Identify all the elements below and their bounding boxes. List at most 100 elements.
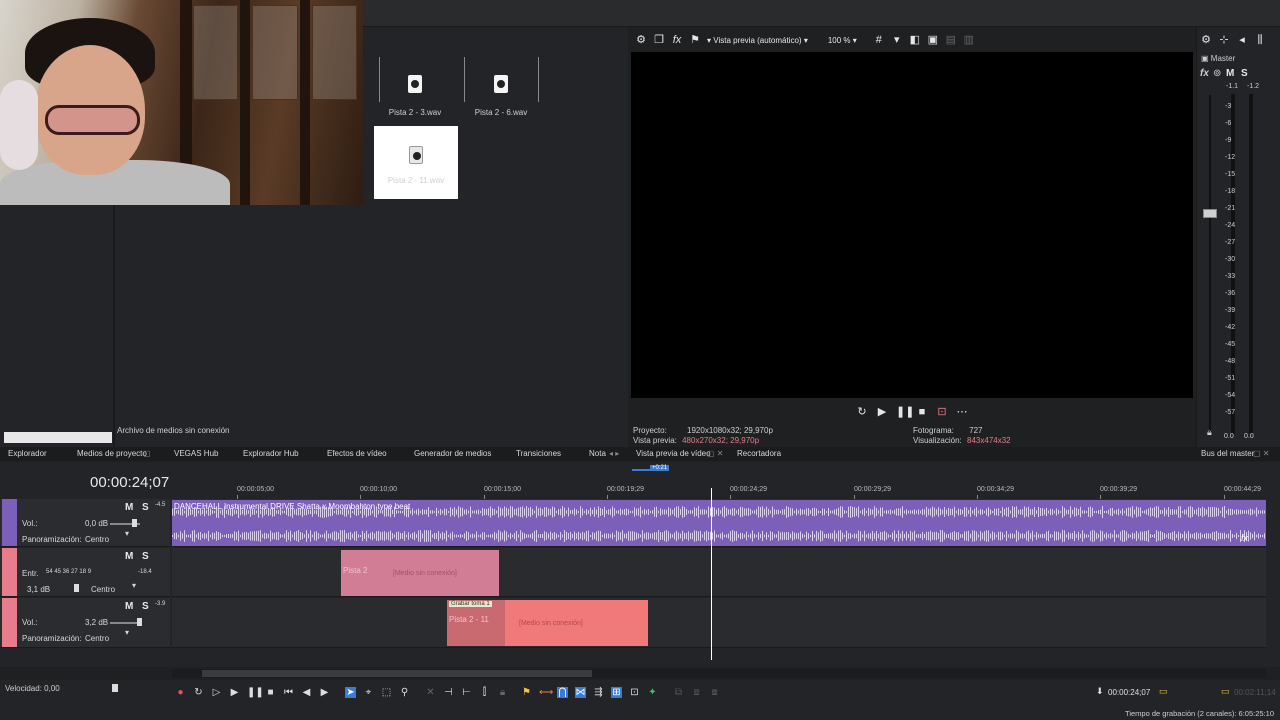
explorer-scrollbar[interactable] [4,432,112,443]
timeline-timecode[interactable]: 00:00:24;07 [90,474,169,491]
tab-notas[interactable]: Nota [589,449,606,458]
audio-event-offline[interactable]: [Medio sin conexión] [505,600,648,646]
zoom-select[interactable]: 100 % ▾ [828,36,857,45]
volume-knob[interactable] [137,618,142,626]
fx-icon[interactable]: fx [671,34,683,46]
save-snapshot-icon[interactable]: ▣ [927,34,939,46]
audio-event-take[interactable]: Grabar toma 1 Pista 2 - 11 [447,600,505,646]
speaker-icon[interactable]: ◂ [1236,34,1248,46]
play-icon[interactable]: ▶ [229,687,240,698]
playhead-cursor[interactable] [711,488,712,660]
tab-scroll-arrows-icon[interactable]: ◂ ▸ [609,449,619,458]
event-grouping-icon[interactable]: ⊞ [611,686,622,698]
lock-envelopes-icon[interactable]: ⊡ [629,687,640,698]
track-header-3[interactable]: M S -3.9 Vol.: 3,2 dB Panoramización: Ce… [0,598,170,648]
grid-icon[interactable]: # [873,34,885,46]
next-frame-icon[interactable]: ▶ [319,687,330,698]
mute-button[interactable]: M [125,551,133,562]
gear-icon[interactable]: ⚙ [635,34,647,46]
downmix-icon[interactable]: ⫼ [1254,34,1266,46]
clear-group-icon[interactable]: ⧇ [709,687,720,698]
record-icon[interactable]: ⊡ [936,406,948,418]
scroll-thumb[interactable] [202,670,592,677]
chevron-down-icon[interactable]: ▾ [125,628,129,637]
media-item[interactable]: Pista 2 - 6.wav [460,65,542,137]
tab-generador-medios[interactable]: Generador de medios [414,449,491,458]
loop-region-icon[interactable]: ▭ [1159,686,1168,697]
timeline-ruler[interactable]: 00:00:05;00 00:00:10;00 00:00:15;00 00:00:1… [172,486,1266,499]
ripple-icon[interactable]: ⇶ [593,687,604,698]
selection-tool-icon[interactable]: ⬚ [381,687,392,698]
chevron-down-icon[interactable]: ▾ [125,529,129,538]
volume-knob[interactable] [74,584,79,592]
copy-snapshot-icon[interactable]: ▤ [945,34,957,46]
tab-explorador-hub[interactable]: Explorador Hub [243,449,299,458]
timeline-scrollbar[interactable] [172,669,1266,678]
prev-frame-icon[interactable]: ◀ [301,687,312,698]
play-from-start-icon[interactable]: ▷ [211,687,222,698]
stop-icon[interactable]: ■ [265,687,276,698]
fx-icon[interactable]: fx [1241,533,1248,543]
tab-medios-proyecto[interactable]: Medios de proyecto [77,449,147,458]
split-icon[interactable]: ⫿ [479,687,490,698]
copy-icon[interactable]: ❐ [653,34,665,46]
selection-length[interactable]: 00:02:11;14 [1234,688,1276,697]
envelope-tool-icon[interactable]: ⌖ [363,687,374,698]
mute-button[interactable]: M [125,601,133,612]
pause-icon[interactable]: ❚❚ [896,406,914,418]
cursor-time[interactable]: 00:00:24;07 [1108,688,1150,697]
tab-efectos-video[interactable]: Efectos de vídeo [327,449,387,458]
snapping-icon[interactable]: ⋂ [557,686,568,698]
track-header-2[interactable]: M S Entr. 54 45 36 27 18 9 -18.4 3,1 dB … [0,548,170,597]
mute-button[interactable]: M [1226,68,1234,79]
go-start-icon[interactable]: ⏮︎ [283,687,294,698]
group-icon[interactable]: ⧉ [673,687,684,698]
selection-region-icon[interactable]: ▭ [1221,686,1230,697]
fx-icon[interactable]: fx [1200,68,1209,79]
loop-icon[interactable]: ↻ [193,687,204,698]
zoom-tool-icon[interactable]: ⚲ [399,687,410,698]
solo-button[interactable]: S [142,502,149,513]
volume-knob[interactable] [132,519,137,527]
audio-event-pista2[interactable]: Pista 2 [Medio sin conexión] [341,550,499,596]
tab-bus-master[interactable]: Bus del master [1201,449,1254,458]
solo-button[interactable]: S [1241,68,1248,79]
track-lane-3[interactable]: Grabar toma 1 Pista 2 - 11 [Medio sin co… [172,598,1266,648]
chevron-down-icon[interactable]: ▾ [132,581,136,590]
mute-button[interactable]: M [125,502,133,513]
speed-slider[interactable] [112,684,118,692]
lock-icon[interactable]: 🔒︎ [497,687,508,698]
track-header-1[interactable]: M S -4.5 Vol.: 0,0 dB Panoramización: Ce… [0,499,170,547]
pause-icon[interactable]: ❚❚ [247,687,264,698]
tab-close-icon[interactable]: ▢ [143,449,151,458]
flag-icon[interactable]: ⚑ [689,34,701,46]
tab-float-icon[interactable]: ▢ ✕ [707,449,723,458]
lock-icon[interactable]: 🔒︎ [1207,427,1212,438]
chevron-down-icon[interactable]: ▾ [891,34,903,46]
mixer-icon[interactable]: ⊹ [1218,34,1230,46]
marker-icon[interactable]: ⚑ [521,687,532,698]
loop-icon[interactable]: ↻ [856,406,868,418]
volume-slider[interactable] [110,622,140,624]
overlay-icon[interactable]: ▥ [963,34,975,46]
trim-end-icon[interactable]: ⊢ [461,687,472,698]
ungroup-icon[interactable]: ⧈ [691,687,702,698]
tab-explorador[interactable]: Explorador [8,449,47,458]
normal-edit-tool-icon[interactable]: ➤ [345,686,356,698]
play-icon[interactable]: ▶ [876,406,888,418]
solo-button[interactable]: S [142,601,149,612]
tab-transiciones[interactable]: Transiciones [516,449,561,458]
more-icon[interactable]: ⋯ [956,406,968,418]
trim-start-icon[interactable]: ⊣ [443,687,454,698]
preview-mode-select[interactable]: ▾ Vista previa (automático) ▾ [707,36,808,45]
track-lane-1[interactable]: DANCEHALL Instrumental DRIVE Shatta x Mo… [172,499,1266,547]
audio-event-main[interactable]: DANCEHALL Instrumental DRIVE Shatta x Mo… [172,500,1266,546]
stop-icon[interactable]: ■ [916,406,928,418]
master-fader[interactable] [1203,209,1217,218]
tab-vista-previa[interactable]: Vista previa de vídeo [636,449,711,458]
automation-icon[interactable]: ⊚ [1213,68,1221,79]
solo-button[interactable]: S [142,551,149,562]
region-icon[interactable]: ⟷ [539,687,553,698]
panel-splitter[interactable] [113,205,115,447]
tab-recortadora[interactable]: Recortadora [737,449,781,458]
